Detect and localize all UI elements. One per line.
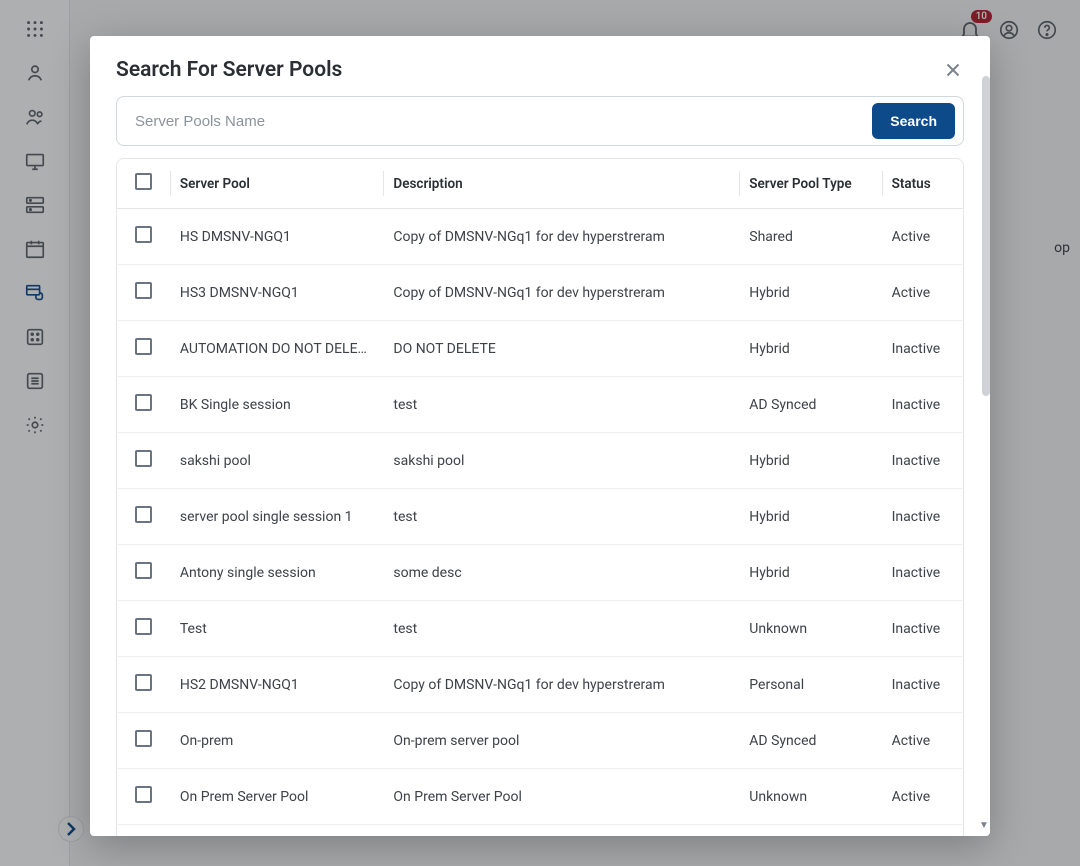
table-row[interactable]: Antony single sessionsome descHybridInac… xyxy=(117,545,963,601)
table-row[interactable]: sakshi poolsakshi poolHybridInactive xyxy=(117,433,963,489)
row-checkbox[interactable] xyxy=(135,730,152,747)
row-checkbox-cell[interactable] xyxy=(117,713,170,769)
cell-server-pool-type: Cyber Security xyxy=(739,825,881,837)
row-checkbox[interactable] xyxy=(135,562,152,579)
cell-description: sakshi pool xyxy=(383,433,739,489)
cell-status: Inactive xyxy=(882,433,963,489)
cell-status: Inactive xyxy=(882,545,963,601)
cell-server-pool: BK Single session xyxy=(170,377,384,433)
cell-status: Inactive xyxy=(882,489,963,545)
cell-server-pool: Test xyxy=(170,601,384,657)
row-checkbox-cell[interactable] xyxy=(117,489,170,545)
col-server-pool[interactable]: Server Pool xyxy=(170,159,384,209)
cell-server-pool: On-prem xyxy=(170,713,384,769)
row-checkbox[interactable] xyxy=(135,282,152,299)
cell-status: Inactive xyxy=(882,657,963,713)
cell-description: Copy of DMSNV-NGq1 for dev hyperstreram xyxy=(383,209,739,265)
cell-description: test xyxy=(383,601,739,657)
cell-server-pool-type: Personal xyxy=(739,657,881,713)
table-row[interactable]: HS3 DMSNV-NGQ1Copy of DMSNV-NGq1 for dev… xyxy=(117,265,963,321)
table-row[interactable]: HS DMSNV-NGQ1Copy of DMSNV-NGq1 for dev … xyxy=(117,209,963,265)
cell-description: On Prem Server Pool xyxy=(383,769,739,825)
cell-server-pool-type: AD Synced xyxy=(739,713,881,769)
cell-server-pool-type: Unknown xyxy=(739,769,881,825)
cell-server-pool: On Prem Server Pool xyxy=(170,769,384,825)
row-checkbox-cell[interactable] xyxy=(117,209,170,265)
cell-server-pool-type: Unknown xyxy=(739,601,881,657)
col-description[interactable]: Description xyxy=(383,159,739,209)
table-row[interactable]: DMSNV-CYBERMOD-APP4-Core,Cyber SecurityI… xyxy=(117,825,963,837)
table-row[interactable]: HS2 DMSNV-NGQ1Copy of DMSNV-NGq1 for dev… xyxy=(117,657,963,713)
cell-server-pool: HS2 DMSNV-NGQ1 xyxy=(170,657,384,713)
row-checkbox[interactable] xyxy=(135,506,152,523)
select-all-header[interactable] xyxy=(117,159,170,209)
row-checkbox-cell[interactable] xyxy=(117,377,170,433)
cell-server-pool: HS3 DMSNV-NGQ1 xyxy=(170,265,384,321)
table-row[interactable]: TesttestUnknownInactive xyxy=(117,601,963,657)
results-table: Server Pool Description Server Pool Type… xyxy=(116,158,964,836)
modal-title: Search For Server Pools xyxy=(116,58,342,82)
table-row[interactable]: On Prem Server PoolOn Prem Server PoolUn… xyxy=(117,769,963,825)
cell-status: Inactive xyxy=(882,601,963,657)
row-checkbox-cell[interactable] xyxy=(117,601,170,657)
table-row[interactable]: AUTOMATION DO NOT DELE…DO NOT DELETEHybr… xyxy=(117,321,963,377)
close-icon[interactable] xyxy=(942,59,964,81)
cell-server-pool: HS DMSNV-NGQ1 xyxy=(170,209,384,265)
row-checkbox-cell[interactable] xyxy=(117,769,170,825)
table-row[interactable]: BK Single sessiontestAD SyncedInactive xyxy=(117,377,963,433)
row-checkbox[interactable] xyxy=(135,618,152,635)
cell-status: Active xyxy=(882,769,963,825)
cell-server-pool: AUTOMATION DO NOT DELE… xyxy=(170,321,384,377)
table-row[interactable]: On-premOn-prem server poolAD SyncedActiv… xyxy=(117,713,963,769)
cell-description: On-prem server pool xyxy=(383,713,739,769)
row-checkbox[interactable] xyxy=(135,450,152,467)
search-button[interactable]: Search xyxy=(872,103,955,139)
cell-server-pool-type: Hybrid xyxy=(739,433,881,489)
cell-description: Copy of DMSNV-NGq1 for dev hyperstreram xyxy=(383,657,739,713)
cell-server-pool-type: AD Synced xyxy=(739,377,881,433)
search-box: Search xyxy=(116,96,964,146)
cell-description: some desc xyxy=(383,545,739,601)
cell-server-pool: server pool single session 1 xyxy=(170,489,384,545)
table-row[interactable]: server pool single session 1testHybridIn… xyxy=(117,489,963,545)
cell-description: Copy of DMSNV-NGq1 for dev hyperstreram xyxy=(383,265,739,321)
cell-description: 4-Core, xyxy=(383,825,739,837)
row-checkbox-cell[interactable] xyxy=(117,825,170,837)
cell-status: Active xyxy=(882,713,963,769)
select-all-checkbox[interactable] xyxy=(135,173,152,190)
cell-status: Inactive xyxy=(882,377,963,433)
cell-server-pool: sakshi pool xyxy=(170,433,384,489)
server-pool-name-input[interactable] xyxy=(131,105,872,138)
cell-server-pool: DMSNV-CYBERMOD-APP xyxy=(170,825,384,837)
cell-server-pool-type: Hybrid xyxy=(739,265,881,321)
row-checkbox-cell[interactable] xyxy=(117,657,170,713)
cell-server-pool-type: Hybrid xyxy=(739,545,881,601)
row-checkbox[interactable] xyxy=(135,338,152,355)
cell-status: Active xyxy=(882,265,963,321)
col-server-pool-type[interactable]: Server Pool Type xyxy=(739,159,881,209)
scroll-down-caret-icon[interactable]: ▼ xyxy=(979,820,989,830)
cell-server-pool-type: Hybrid xyxy=(739,489,881,545)
cell-status: Inactive xyxy=(882,825,963,837)
cell-server-pool-type: Shared xyxy=(739,209,881,265)
row-checkbox-cell[interactable] xyxy=(117,433,170,489)
cell-status: Inactive xyxy=(882,321,963,377)
row-checkbox-cell[interactable] xyxy=(117,265,170,321)
search-server-pools-modal: Search For Server Pools Search Server Po… xyxy=(90,36,990,836)
row-checkbox[interactable] xyxy=(135,226,152,243)
row-checkbox[interactable] xyxy=(135,394,152,411)
cell-description: test xyxy=(383,489,739,545)
cell-description: test xyxy=(383,377,739,433)
cell-server-pool-type: Hybrid xyxy=(739,321,881,377)
col-status[interactable]: Status xyxy=(882,159,963,209)
cell-description: DO NOT DELETE xyxy=(383,321,739,377)
cell-server-pool: Antony single session xyxy=(170,545,384,601)
row-checkbox[interactable] xyxy=(135,674,152,691)
row-checkbox-cell[interactable] xyxy=(117,545,170,601)
cell-status: Active xyxy=(882,209,963,265)
row-checkbox[interactable] xyxy=(135,786,152,803)
row-checkbox-cell[interactable] xyxy=(117,321,170,377)
